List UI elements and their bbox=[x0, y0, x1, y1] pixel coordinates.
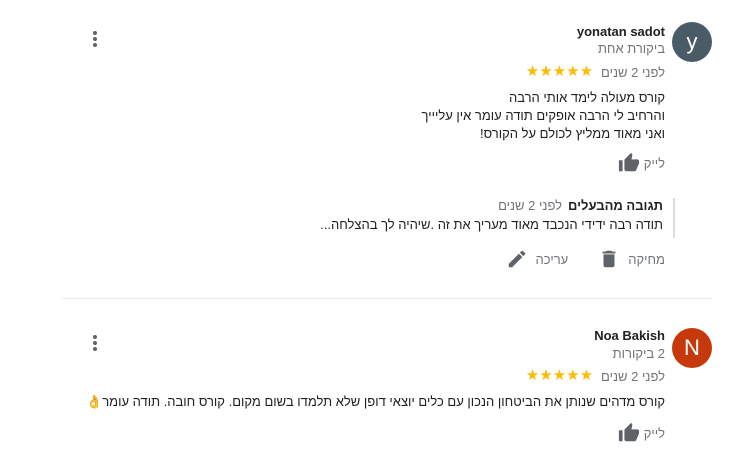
rating-row: ★ ★ ★ ★ ★ לפני 2 שנים bbox=[526, 368, 665, 384]
thumb-up-icon bbox=[618, 422, 639, 442]
review-count: ביקורת אחת bbox=[597, 41, 665, 56]
more-options-icon[interactable] bbox=[83, 27, 107, 51]
reviewer-name[interactable]: yonatan sadot bbox=[577, 24, 665, 39]
owner-reply-header: תגובה מהבעלים לפני 2 שנים bbox=[283, 198, 663, 213]
thumb-up-icon bbox=[618, 152, 639, 172]
star-rating: ★ ★ ★ ★ ★ bbox=[526, 368, 593, 384]
review-count: 2 ביקורות bbox=[612, 346, 665, 361]
review-time: לפני 2 שנים bbox=[601, 368, 665, 384]
star-icon: ★ bbox=[579, 367, 594, 384]
star-icon: ★ bbox=[552, 367, 567, 384]
avatar[interactable]: y bbox=[672, 22, 712, 62]
like-label: לייק bbox=[643, 425, 665, 441]
star-icon: ★ bbox=[552, 63, 567, 80]
owner-reply-text: תודה רבה ידידי הנכבד מאוד מעריך את זה .ש… bbox=[320, 217, 663, 232]
review-card: N Noa Bakish 2 ביקורות ★ ★ ★ ★ ★ לפני 2 … bbox=[0, 300, 751, 461]
star-icon: ★ bbox=[579, 63, 594, 80]
star-icon: ★ bbox=[566, 367, 580, 384]
owner-reply: תגובה מהבעלים לפני 2 שנים תודה רבה ידידי … bbox=[283, 198, 675, 238]
review-text: קורס מדהים שנותן את הביטחון הנכון עם כלי… bbox=[86, 394, 665, 409]
rating-row: ★ ★ ★ ★ ★ לפני 2 שנים bbox=[526, 64, 665, 80]
star-rating: ★ ★ ★ ★ ★ bbox=[526, 64, 593, 80]
star-icon: ★ bbox=[525, 367, 540, 384]
delete-reply-button[interactable]: מחיקה bbox=[598, 248, 665, 270]
review-time: לפני 2 שנים bbox=[601, 64, 665, 80]
review-divider bbox=[62, 298, 712, 299]
owner-actions: עריכה מחיקה bbox=[506, 248, 665, 270]
like-label: לייק bbox=[643, 155, 665, 171]
avatar[interactable]: N bbox=[672, 328, 712, 368]
delete-label: מחיקה bbox=[628, 251, 665, 267]
review-text: קורס מעולה לימד אותי הרבה והרחיב לי הרבה… bbox=[421, 90, 665, 141]
owner-reply-title: תגובה מהבעלים bbox=[568, 198, 663, 213]
trash-icon bbox=[602, 250, 616, 268]
pencil-icon bbox=[508, 250, 525, 268]
star-icon: ★ bbox=[539, 367, 553, 384]
like-button[interactable]: לייק bbox=[618, 422, 665, 444]
review-card: y yonatan sadot ביקורת אחת ★ ★ ★ ★ ★ לפנ… bbox=[0, 0, 751, 300]
edit-label: עריכה bbox=[535, 251, 569, 267]
more-options-icon[interactable] bbox=[83, 331, 107, 355]
star-icon: ★ bbox=[525, 63, 540, 80]
like-button[interactable]: לייק bbox=[618, 152, 665, 174]
star-icon: ★ bbox=[566, 63, 580, 80]
owner-reply-time: לפני 2 שנים bbox=[498, 198, 563, 213]
reviewer-name[interactable]: Noa Bakish bbox=[594, 328, 665, 343]
star-icon: ★ bbox=[539, 63, 553, 80]
edit-reply-button[interactable]: עריכה bbox=[506, 248, 569, 270]
